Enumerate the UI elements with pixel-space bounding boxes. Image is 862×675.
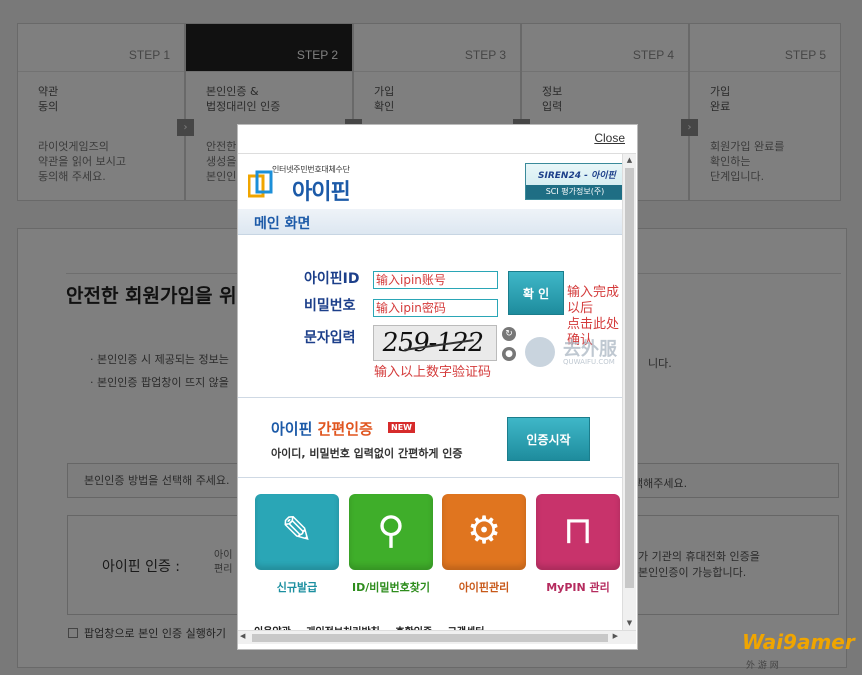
menu-label: MyPIN 관리 (546, 581, 610, 594)
menu-tile[interactable]: ✎ (255, 494, 339, 570)
ipin-popup: Close 인터넷주민번호대체수단 아이핀 SIREN24 - 아이핀 SCI … (237, 124, 638, 650)
logo-title: 아이핀 (292, 180, 351, 205)
captcha-image: 259-122 (373, 325, 497, 361)
site-watermark: Wai9amer 外 游 网 (742, 630, 858, 672)
captcha-text: 259-122 (379, 328, 486, 358)
simple-auth-section: 아이핀 간편인증 NEW 아이디, 비밀번호 입력없이 간편하게 인증 인증시작 (238, 398, 622, 478)
tab-label: 메인 화면 (254, 216, 311, 232)
menu-mypin-manage[interactable]: ⊓ MyPIN 관리 (536, 494, 620, 595)
menu-tile[interactable]: ⊓ (536, 494, 620, 570)
new-badge: NEW (388, 422, 415, 433)
ipin-menu: ✎ 신규발급 ⚲ ID/비밀번호찾기 ⚙ 아이핀관리 ⊓ MyPIN 관리 (238, 478, 622, 618)
menu-label: 아이핀관리 (458, 581, 510, 594)
scroll-down-icon[interactable]: ▼ (623, 617, 636, 630)
site-logo-text: Wai9amer (742, 630, 855, 654)
confirm-button[interactable]: 확 인 (508, 271, 564, 315)
scroll-thumb[interactable] (252, 634, 608, 642)
id-label: 아이핀ID (304, 271, 360, 287)
simple-auth-desc: 아이디, 비밀번호 입력없이 간편하게 인증 (271, 447, 463, 460)
close-link[interactable]: Close (594, 131, 625, 145)
menu-label: ID/비밀번호찾기 (352, 581, 430, 594)
scroll-thumb[interactable] (625, 168, 634, 588)
password-label: 비밀번호 (304, 298, 356, 314)
menu-label: 신규발급 (276, 581, 318, 594)
gear-icon: ⚙ (466, 508, 502, 552)
ipin-id-input[interactable] (373, 271, 498, 289)
audio-icon[interactable]: ● (502, 347, 516, 361)
captcha-annotation: 输入以上数字验证码 (374, 365, 492, 380)
site-logo-sub: 外 游 网 (746, 661, 779, 671)
menu-ipin-manage[interactable]: ⚙ 아이핀관리 (442, 494, 526, 595)
siren-company: SCI 평가정보(주) (526, 185, 624, 199)
horizontal-scrollbar[interactable]: ◀ ▶ (238, 630, 636, 644)
ipin-logo-icon (248, 170, 273, 198)
menu-new-issue[interactable]: ✎ 신규발급 (255, 494, 339, 595)
login-form: 아이핀ID 비밀번호 문자입력 확 인 输入完成以后 点击此处确认 259-12… (238, 235, 622, 398)
menu-find-id[interactable]: ⚲ ID/비밀번호찾기 (349, 494, 433, 595)
vertical-scrollbar[interactable]: ▲ ▼ (622, 154, 636, 630)
unlock-icon: ⊓ (563, 508, 593, 552)
start-auth-button[interactable]: 인증시작 (507, 417, 590, 461)
scroll-up-icon[interactable]: ▲ (623, 154, 636, 167)
ipin-header: 인터넷주민번호대체수단 아이핀 SIREN24 - 아이핀 SCI 평가정보(주… (238, 154, 624, 210)
scroll-left-icon[interactable]: ◀ (240, 632, 245, 640)
siren24-badge: SIREN24 - 아이핀 SCI 평가정보(주) (525, 163, 624, 200)
magnifier-icon: ⚲ (377, 508, 405, 552)
scroll-right-icon[interactable]: ▶ (613, 632, 618, 640)
document-pen-icon: ✎ (281, 508, 313, 552)
refresh-icon[interactable]: ↻ (502, 327, 516, 341)
menu-tile[interactable]: ⚲ (349, 494, 433, 570)
tab-main-screen: 메인 화면 (238, 209, 622, 235)
watermark-logo-icon (525, 337, 555, 367)
watermark: 去外服 QUWAIFU.COM (523, 333, 637, 371)
ipin-password-input[interactable] (373, 299, 498, 317)
siren-title: SIREN24 - 아이핀 (538, 171, 616, 181)
simple-auth-title: 아이핀 간편인증 (271, 420, 373, 438)
watermark-sub: QUWAIFU.COM (563, 358, 615, 366)
captcha-label: 문자입력 (304, 330, 356, 346)
menu-tile[interactable]: ⚙ (442, 494, 526, 570)
